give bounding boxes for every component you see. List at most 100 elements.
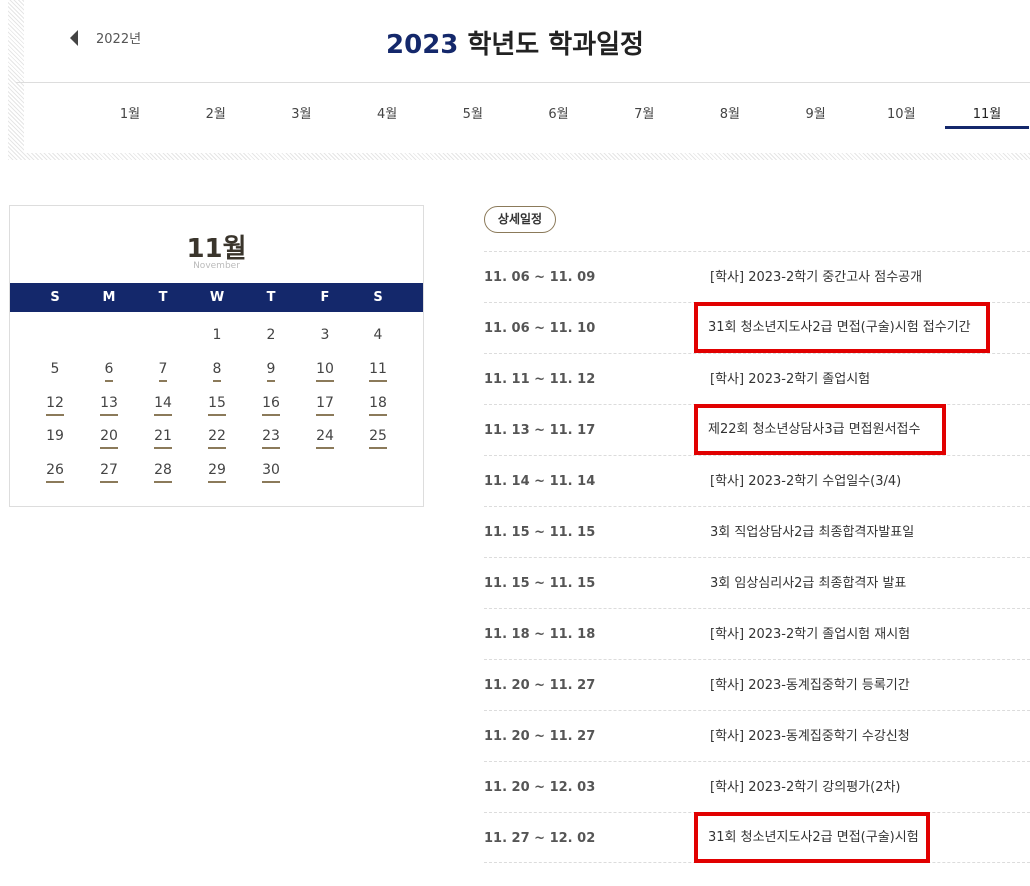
schedule-row: 11. 06 ~ 11. 10 31회 청소년지도사2급 면접(구술)시험 접수기…: [484, 302, 1030, 353]
schedule-row: 11. 13 ~ 11. 17 제22회 청소년상담사3급 면접원서접수: [484, 404, 1030, 455]
schedule-date: 11. 06 ~ 11. 10: [484, 321, 596, 336]
calendar-day-25[interactable]: 25: [351, 428, 405, 449]
calendar-day-number[interactable]: 25: [369, 428, 387, 449]
weekday-label: S: [50, 290, 60, 305]
weekday-label: T: [158, 290, 168, 305]
calendar-day-22[interactable]: 22: [190, 428, 244, 449]
calendar-day-number[interactable]: 13: [100, 395, 118, 416]
calendar-day-26[interactable]: 26: [28, 462, 82, 483]
tab-month-9[interactable]: 9월: [774, 103, 858, 129]
schedule-list: 11. 06 ~ 11. 09 [학사] 2023-2학기 중간고사 점수공개 11…: [484, 251, 1030, 863]
calendar-day-27[interactable]: 27: [82, 462, 136, 483]
schedule-date: 11. 18 ~ 11. 18: [484, 627, 596, 642]
calendar-day-28[interactable]: 28: [136, 462, 190, 483]
schedule-date: 11. 13 ~ 11. 17: [484, 423, 596, 438]
tab-month-3[interactable]: 3월: [259, 103, 343, 129]
weekday-label: S: [373, 290, 383, 305]
schedule-date: 11. 27 ~ 12. 02: [484, 831, 596, 846]
page-title: 2023 학년도 학과일정: [0, 24, 1030, 61]
calendar-day-20[interactable]: 20: [82, 428, 136, 449]
calendar-day-number[interactable]: 29: [208, 462, 226, 483]
calendar-day-19: 19: [28, 428, 82, 447]
tab-month-4[interactable]: 4월: [345, 103, 429, 129]
calendar-day-14[interactable]: 14: [136, 395, 190, 416]
tab-month-6[interactable]: 6월: [517, 103, 601, 129]
calendar-day-6[interactable]: 6: [82, 361, 136, 382]
calendar-day-17[interactable]: 17: [298, 395, 352, 416]
calendar-day-number[interactable]: 12: [46, 395, 64, 416]
calendar-day-number[interactable]: 20: [100, 428, 118, 449]
calendar-day-number[interactable]: 9: [266, 361, 276, 382]
calendar-day-number[interactable]: 15: [208, 395, 226, 416]
calendar-day-8[interactable]: 8: [190, 361, 244, 382]
calendar-day-number[interactable]: 11: [369, 361, 387, 382]
schedule-title: [학사] 2023-2학기 강의평가(2차): [710, 780, 901, 795]
calendar-day-number[interactable]: 22: [208, 428, 226, 449]
schedule-title: 3회 직업상담사2급 최종합격자발표일: [710, 525, 915, 540]
schedule-row: 11. 27 ~ 12. 02 31회 청소년지도사2급 면접(구술)시험: [484, 812, 1030, 863]
calendar-day-18[interactable]: 18: [351, 395, 405, 416]
calendar-day-number[interactable]: 23: [262, 428, 280, 449]
schedule-date: 11. 11 ~ 11. 12: [484, 372, 596, 387]
calendar-day-number: 1: [212, 327, 222, 343]
calendar-day-number[interactable]: 7: [158, 361, 168, 382]
calendar-day-number[interactable]: 24: [316, 428, 334, 449]
schedule-title-highlighted: 제22회 청소년상담사3급 면접원서접수: [694, 404, 946, 455]
schedule-row: 11. 18 ~ 11. 18 [학사] 2023-2학기 졸업시험 재시험: [484, 608, 1030, 659]
schedule-title: [학사] 2023-2학기 졸업시험 재시험: [710, 627, 911, 642]
schedule-title: 3회 임상심리사2급 최종합격자 발표: [710, 576, 907, 591]
calendar-day-number[interactable]: 16: [262, 395, 280, 416]
calendar-day-16[interactable]: 16: [244, 395, 298, 416]
page-title-text: 학년도 학과일정: [458, 30, 644, 60]
calendar-day-24[interactable]: 24: [298, 428, 352, 449]
calendar-day-number[interactable]: 30: [262, 462, 280, 483]
calendar-day-number[interactable]: 17: [316, 395, 334, 416]
weekday-label: M: [102, 290, 116, 305]
detail-schedule-badge: 상세일정: [484, 206, 556, 233]
calendar-day-21[interactable]: 21: [136, 428, 190, 449]
schedule-date: 11. 06 ~ 11. 09: [484, 270, 596, 285]
weekday-label: T: [266, 290, 276, 305]
calendar-day-number[interactable]: 6: [104, 361, 114, 382]
schedule-title: [학사] 2023-동계집중학기 수강신청: [710, 729, 910, 744]
calendar-day-number[interactable]: 18: [369, 395, 387, 416]
month-tabs: 1월 2월 3월 4월 5월 6월 7월 8월 9월 10월 11월: [0, 103, 1030, 129]
calendar-day-number[interactable]: 27: [100, 462, 118, 483]
calendar-day-number: 3: [320, 327, 330, 343]
calendar-day-23[interactable]: 23: [244, 428, 298, 449]
calendar-day-5: 5: [28, 361, 82, 380]
tab-month-5[interactable]: 5월: [431, 103, 515, 129]
tab-month-10[interactable]: 10월: [859, 103, 943, 129]
tab-month-11[interactable]: 11월: [945, 103, 1029, 129]
calendar-day-number[interactable]: 10: [316, 361, 334, 382]
calendar-day-1: 1: [190, 327, 244, 346]
schedule-title: [학사] 2023-2학기 졸업시험: [710, 372, 871, 387]
tab-month-8[interactable]: 8월: [688, 103, 772, 129]
calendar-day-number[interactable]: 21: [154, 428, 172, 449]
weekday-label: F: [320, 290, 330, 305]
calendar-day-number[interactable]: 8: [212, 361, 222, 382]
calendar-day-13[interactable]: 13: [82, 395, 136, 416]
calendar-day-number: 4: [373, 327, 383, 343]
calendar-day-30[interactable]: 30: [244, 462, 298, 483]
tab-month-2[interactable]: 2월: [174, 103, 258, 129]
calendar-day-12[interactable]: 12: [28, 395, 82, 416]
calendar-day-3: 3: [298, 327, 352, 346]
calendar-day-10[interactable]: 10: [298, 361, 352, 382]
calendar-day-15[interactable]: 15: [190, 395, 244, 416]
calendar-day-number[interactable]: 28: [154, 462, 172, 483]
tab-month-7[interactable]: 7월: [602, 103, 686, 129]
calendar-month-english: November: [193, 261, 240, 271]
calendar-day-9[interactable]: 9: [244, 361, 298, 382]
calendar-day-29[interactable]: 29: [190, 462, 244, 483]
schedule-row: 11. 15 ~ 11. 15 3회 직업상담사2급 최종합격자발표일: [484, 506, 1030, 557]
calendar-day-number[interactable]: 14: [154, 395, 172, 416]
schedule-row: 11. 15 ~ 11. 15 3회 임상심리사2급 최종합격자 발표: [484, 557, 1030, 608]
header-panel: [24, 0, 1030, 153]
calendar-day-7[interactable]: 7: [136, 361, 190, 382]
calendar-day-number[interactable]: 26: [46, 462, 64, 483]
schedule-date: 11. 15 ~ 11. 15: [484, 525, 596, 540]
calendar-day-11[interactable]: 11: [351, 361, 405, 382]
schedule-title: [학사] 2023-2학기 수업일수(3/4): [710, 474, 902, 489]
tab-month-1[interactable]: 1월: [88, 103, 172, 129]
